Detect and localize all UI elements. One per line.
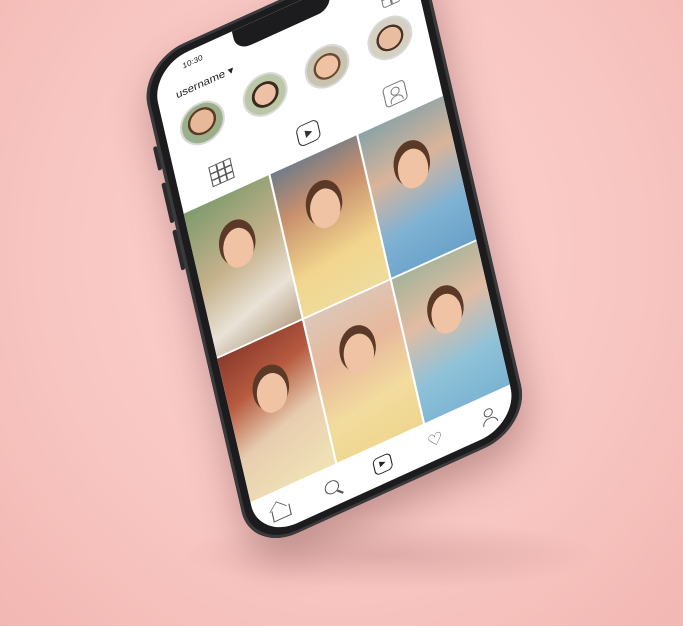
tagged-icon[interactable] (381, 78, 409, 109)
status-time: 10:30 (181, 53, 204, 71)
search-icon[interactable] (323, 477, 341, 497)
story-avatar[interactable] (238, 64, 292, 125)
person-photo (427, 288, 466, 339)
heart-icon[interactable]: ♡ (425, 428, 447, 452)
story-avatar[interactable] (175, 93, 229, 153)
grid-icon[interactable] (208, 157, 236, 188)
notch (231, 0, 333, 52)
volume-down-button (172, 229, 186, 271)
mute-switch (152, 145, 163, 172)
story-avatar[interactable] (363, 7, 417, 68)
person-photo (340, 327, 378, 379)
person-photo (306, 182, 345, 234)
story-avatar[interactable] (300, 36, 354, 97)
phone-screen: 10:30 ▂▄▆ ◠ ▭ username ▾ (150, 0, 519, 541)
reels-icon[interactable] (371, 451, 394, 477)
volume-up-button (161, 181, 175, 224)
phone-mockup: 10:30 ▂▄▆ ◠ ▭ username ▾ (88, 0, 588, 604)
home-icon[interactable] (271, 503, 293, 523)
new-post-icon[interactable] (379, 0, 402, 9)
person-photo (253, 367, 291, 418)
phone-frame: 10:30 ▂▄▆ ◠ ▭ username ▾ (138, 0, 531, 554)
person-photo (219, 222, 258, 273)
reels-icon[interactable] (295, 118, 322, 149)
profile-icon[interactable] (477, 404, 499, 428)
person-photo (393, 143, 432, 194)
